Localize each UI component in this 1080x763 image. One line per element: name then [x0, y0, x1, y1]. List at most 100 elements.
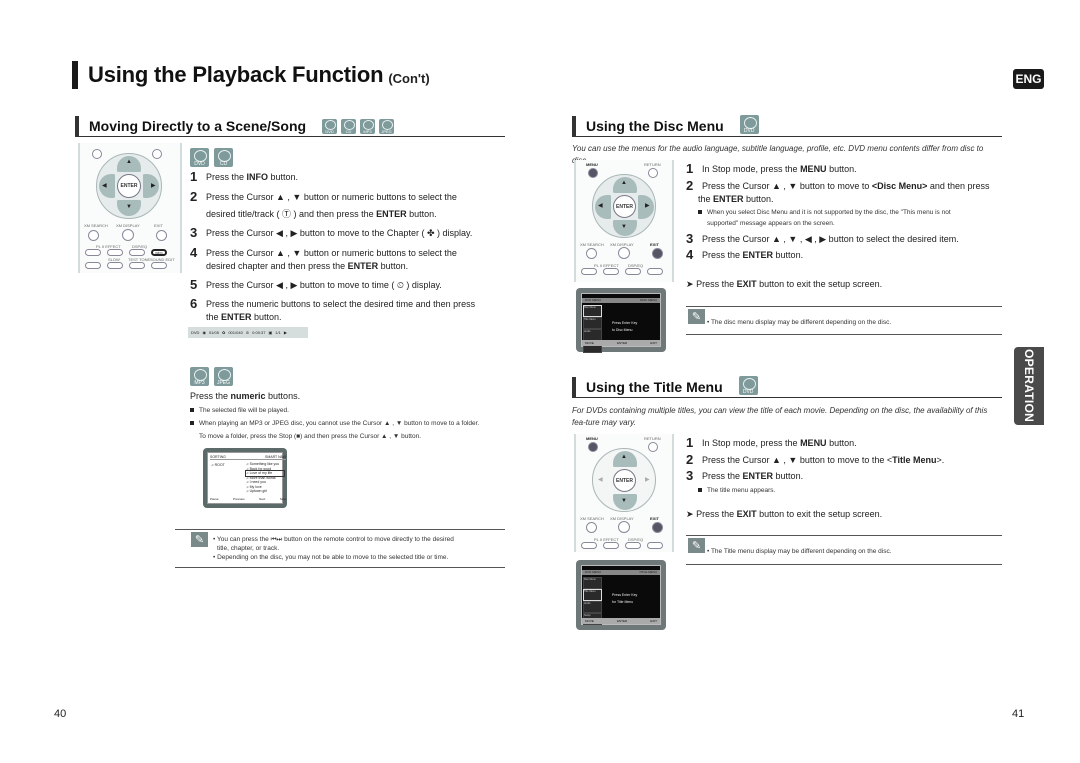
exit-label: EXIT	[650, 242, 659, 247]
step-text: Press the Cursor ◀ , ▶ button to move to…	[206, 280, 442, 290]
mp3-bullet-2-cont: To move a folder, press the Stop (■) and…	[199, 433, 422, 440]
section-header-moving-directly: Moving Directly to a Scene/Song DVD CD M…	[75, 115, 505, 137]
title-sub-note: The title menu appears.	[698, 485, 775, 496]
step-text: Press the Cursor ◀ , ▶ button to move to…	[206, 228, 473, 238]
enter-button-icon: ENTER	[117, 174, 141, 198]
xm-search-button-icon	[88, 230, 99, 241]
xm-display-button-icon	[618, 521, 630, 533]
disc-step-4: 4 Press the ENTER button.	[686, 247, 804, 262]
dvd-disc-icon: DVD	[739, 115, 759, 134]
title-menu-screen: DVD MENU TITLE MENU Disc Menu Title Menu Aud…	[576, 560, 666, 630]
section-header-disc-menu: Using the Disc Menu DVD	[572, 115, 1002, 137]
info-disc-type: DVD	[191, 330, 200, 335]
section-title: Moving Directly to a Scene/Song	[89, 118, 307, 134]
disc-type-icons: DVD CD MP3 JPEG	[322, 119, 395, 136]
screen-menu-item: Title Menu	[583, 317, 602, 329]
menu-label: MENU	[586, 436, 598, 441]
slow-button-icon	[107, 262, 123, 269]
effect-button-icon	[603, 268, 619, 275]
chapter-icon: ✿	[221, 330, 226, 335]
mp3-navigation-screen: SORTING SMART NAVI ♫ ROOT ♫ Something li…	[203, 448, 287, 508]
step-text-line2: desired title/track ( Ⓣ ) and then press…	[206, 209, 437, 219]
section-bar-marker	[572, 116, 576, 136]
step-3: 3 Press the Cursor ◀ , ▶ button to move t…	[190, 225, 473, 240]
mp3-heading: Press the numeric buttons.	[190, 391, 301, 401]
time-icon: ⊘	[245, 330, 250, 335]
operation-tab-label: OPERATION	[1022, 349, 1036, 423]
info-time: 0:00:37	[252, 330, 266, 335]
screen-message: Press Enter Key for Title Menu	[612, 593, 638, 604]
title-icon: ◉	[202, 330, 206, 335]
cd-disc-icon: CD	[341, 119, 357, 134]
xm-display-button-icon	[122, 229, 134, 241]
exit-button-icon	[156, 230, 167, 241]
disc-step-2: 2 Press the Cursor ▲ , ▼ button to move t…	[686, 178, 990, 204]
xm-search-button-icon	[586, 248, 597, 259]
remote-control-illustration-title: MENU RETURN ▲ ▼ ◀ ▶ ENTER XM SEARCH XM D…	[574, 434, 674, 552]
mp3-bullet-1: The selected file will be played.	[190, 405, 289, 416]
title-step-3: 3 Press the ENTER button.	[686, 468, 804, 483]
dvd-cd-icons: DVD CD	[190, 148, 233, 169]
divider	[686, 334, 1002, 335]
page-title-suffix: (Con't)	[388, 70, 430, 86]
menu-button-icon	[588, 168, 598, 178]
menu-button-icon	[92, 149, 102, 159]
xm-search-label: XM SEARCH	[580, 516, 604, 521]
operation-side-tab: OPERATION	[1014, 347, 1044, 425]
screen-bottom-bar: MOVE ENTER EXIT	[582, 618, 660, 624]
language-badge: ENG	[1013, 69, 1044, 89]
title-menu-intro: For DVDs containing multiple titles, you…	[572, 406, 988, 427]
disc-menu-screen: DVD MENU DISC MENU Disc Menu Title Menu Audi…	[576, 288, 666, 353]
dvd-disc-icon: DVD	[322, 119, 338, 134]
title-note: • The Title menu display may be differen…	[707, 548, 892, 555]
step-text: Press the Cursor ▲ , ▼ button or numeric…	[206, 192, 457, 202]
info-button-icon: INFO	[151, 249, 167, 256]
xm-display-label: XM DISPLAY	[116, 223, 140, 228]
info-title: 01/05	[208, 330, 219, 335]
info-display-bar: DVD ◉ 01/05 ✿ 001/040 ⊘ 0:00:37 ▣ 1/1 ▶	[188, 327, 308, 338]
title-bar-marker	[72, 61, 78, 89]
dvd-disc-icon: DVD	[738, 376, 758, 395]
screen-message: Press Enter Key to Disc Menu	[612, 321, 638, 332]
xm-search-label: XM SEARCH	[84, 223, 108, 228]
page-title-text: Using the Playback Function	[88, 62, 384, 87]
disc-type-icons: DVD	[739, 115, 759, 136]
divider	[686, 306, 1002, 307]
mp3-track-item: ♫ Uptown girl	[246, 489, 268, 493]
mp3-header-right: SMART NAVI	[264, 455, 286, 459]
disc-type-icons: DVD	[738, 376, 758, 397]
page-number-right: 41	[1012, 708, 1025, 720]
mode-button-icon	[581, 268, 597, 275]
mode-button-icon	[581, 542, 597, 549]
screen-menu-item: Audio	[583, 601, 602, 613]
mp3-folder: ♫ ROOT	[211, 463, 225, 467]
step-text-line2: desired chapter and then press the ENTER…	[206, 261, 409, 271]
menu-label: MENU	[586, 162, 598, 167]
xm-display-button-icon	[618, 247, 630, 259]
step-2: 2 Press the Cursor ▲ , ▼ button or numeri…	[190, 189, 457, 222]
blank-button-icon	[129, 249, 145, 256]
dpad-icon: ▲ ▼ ◀ ▶ ENTER	[592, 174, 656, 238]
disc-exit-instruction: ➤ Press the EXIT button to exit the setu…	[686, 279, 883, 289]
mp3-bullet-2: When playing an MP3 or JPEG disc, you ca…	[190, 418, 479, 429]
menu-button-icon	[588, 442, 598, 452]
test-tone-button-icon	[129, 262, 145, 269]
divider	[686, 564, 1002, 565]
return-label: RETURN	[644, 436, 661, 441]
title-exit-instruction: ➤ Press the EXIT button to exit the setu…	[686, 509, 883, 519]
disc-step-1: 1 In Stop mode, press the MENU button.	[686, 161, 857, 176]
return-button-icon	[152, 149, 162, 159]
remote-control-illustration: ▲ ▼ ◀ ▶ ENTER XM SEARCH XM DISPLAY EXIT …	[78, 143, 182, 273]
jpeg-disc-icon: JPEG	[214, 367, 233, 386]
step-1: 1 Press the INFO button.	[190, 169, 299, 184]
mp3-disc-icon: MP3	[360, 119, 376, 134]
return-label: RETURN	[644, 162, 661, 167]
mp3-disc-icon: MP3	[190, 367, 209, 386]
arrow-pointer-icon: ➤	[686, 509, 694, 519]
left-note-2: • Depending on the disc, you may not be …	[213, 554, 449, 561]
disc-step-3: 3 Press the Cursor ▲ , ▼ , ◀ , ▶ button t…	[686, 231, 959, 246]
title-menu-title: Using the Title Menu	[586, 379, 723, 395]
page-title: Using the Playback Function (Con't)	[72, 60, 430, 90]
info-chapter: 001/040	[228, 330, 243, 335]
pencil-note-icon: ✎	[688, 309, 705, 324]
